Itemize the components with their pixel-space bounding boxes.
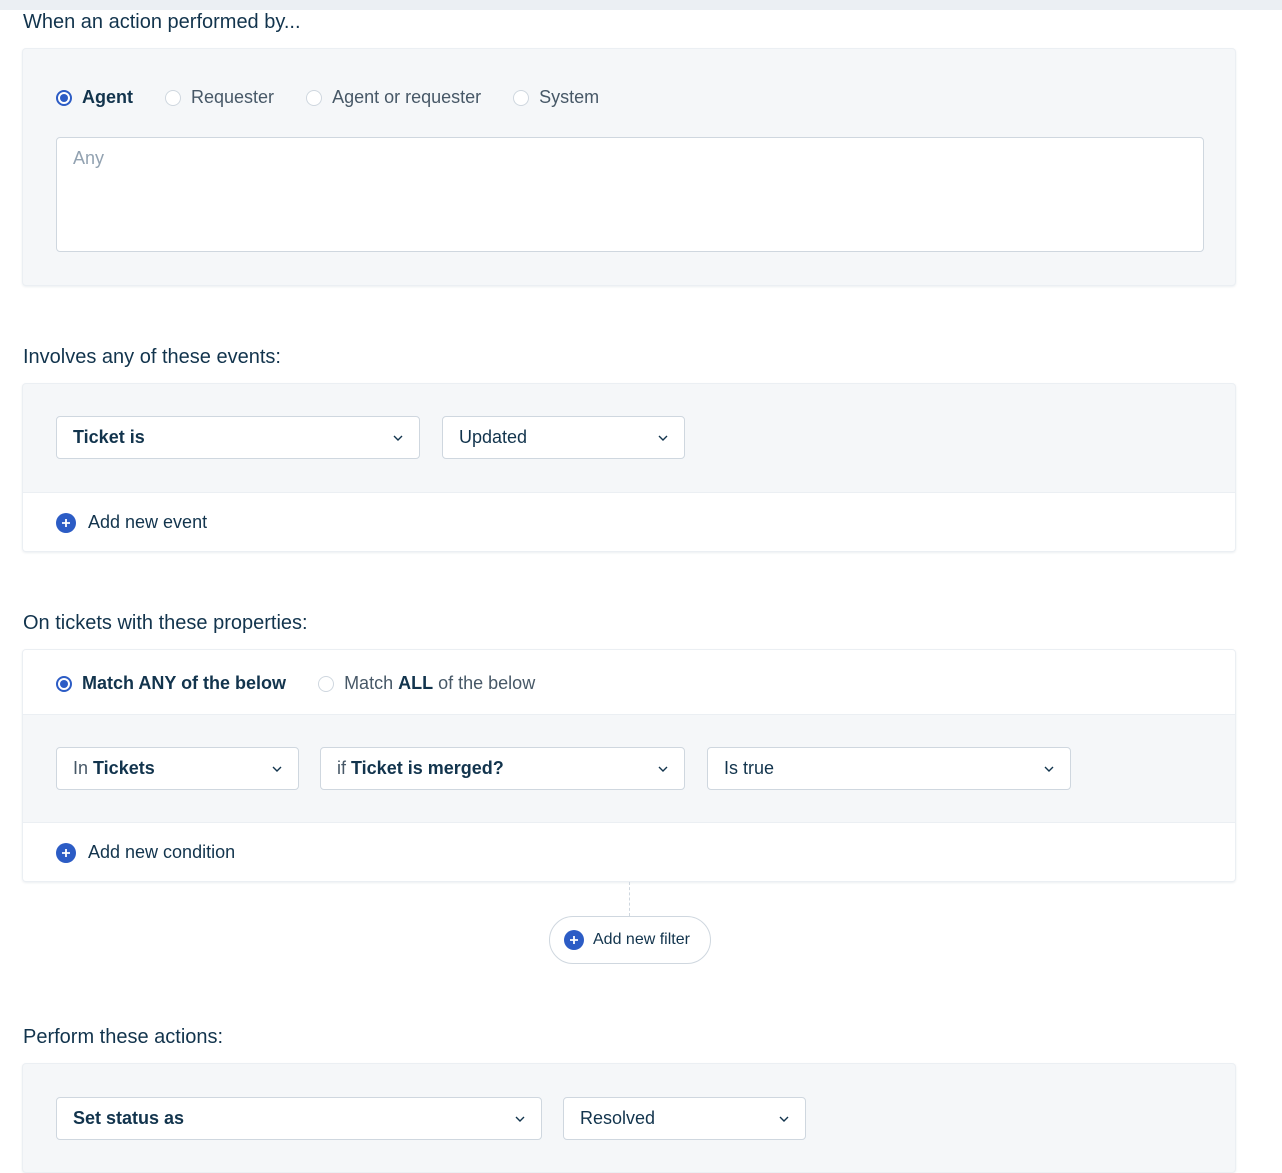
condition-field-select[interactable]: if Ticket is merged? xyxy=(320,747,685,790)
radio-agent-circle[interactable] xyxy=(56,89,72,106)
events-card: Ticket is Updated Add new event xyxy=(22,383,1236,552)
conditions-add-band: Add new condition xyxy=(23,822,1235,881)
add-event-button[interactable]: Add new event xyxy=(56,512,207,533)
events-add-band: Add new event xyxy=(23,492,1235,551)
radio-agent-or-requester[interactable]: Agent or requester xyxy=(306,87,481,108)
chevron-down-icon xyxy=(272,766,282,772)
radio-match-any-circle[interactable] xyxy=(56,675,72,692)
chevron-down-icon xyxy=(658,766,668,772)
radio-match-all[interactable]: Match ALL of the below xyxy=(318,673,535,694)
event-field-select[interactable]: Ticket is xyxy=(56,416,420,459)
properties-card: Match ANY of the below Match ALL of the … xyxy=(22,649,1236,882)
properties-title: On tickets with these properties: xyxy=(23,612,308,634)
action-value: Resolved xyxy=(580,1108,656,1128)
condition-value: Is true xyxy=(724,758,775,778)
plus-icon xyxy=(564,930,584,950)
plus-icon xyxy=(56,842,76,863)
actions-card: Set status as Resolved xyxy=(22,1063,1236,1173)
action-field-value: Set status as xyxy=(73,1108,185,1128)
radio-match-any[interactable]: Match ANY of the below xyxy=(56,673,286,694)
performer-input[interactable]: Any xyxy=(56,137,1204,252)
performer-radio-group: Agent Requester Agent or requester Syste… xyxy=(56,87,631,108)
add-filter-label: Add new filter xyxy=(593,931,690,948)
chevron-down-icon xyxy=(658,435,668,441)
chevron-down-icon xyxy=(779,1116,789,1122)
chevron-down-icon xyxy=(515,1116,525,1122)
match-band: Match ANY of the below Match ALL of the … xyxy=(23,650,1235,715)
condition-scope-value: In Tickets xyxy=(73,758,155,778)
radio-system[interactable]: System xyxy=(513,87,599,108)
event-value: Updated xyxy=(459,427,528,447)
radio-match-any-label: Match ANY of the below xyxy=(82,673,287,693)
radio-agent-or-requester-circle[interactable] xyxy=(306,89,323,106)
filter-connector xyxy=(629,882,630,916)
add-filter-button[interactable]: Add new filter xyxy=(549,916,711,964)
top-bar xyxy=(0,0,1282,10)
radio-requester[interactable]: Requester xyxy=(165,87,274,108)
plus-icon xyxy=(56,512,76,533)
action-field-select[interactable]: Set status as xyxy=(56,1097,542,1140)
condition-value-select[interactable]: Is true xyxy=(707,747,1071,790)
radio-system-label: System xyxy=(539,87,600,107)
radio-match-all-label: Match ALL of the below xyxy=(344,673,536,693)
add-condition-label: Add new condition xyxy=(88,842,236,862)
actions-title: Perform these actions: xyxy=(23,1026,224,1048)
radio-agent[interactable]: Agent xyxy=(56,87,133,108)
action-value-select[interactable]: Resolved xyxy=(563,1097,806,1140)
radio-agent-label: Agent xyxy=(82,87,133,107)
condition-field-value: if Ticket is merged? xyxy=(337,758,504,778)
radio-requester-label: Requester xyxy=(191,87,275,107)
radio-match-all-circle[interactable] xyxy=(318,675,335,692)
chevron-down-icon xyxy=(393,435,403,441)
condition-scope-select[interactable]: In Tickets xyxy=(56,747,299,790)
performed-by-card: Agent Requester Agent or requester Syste… xyxy=(22,48,1236,286)
chevron-down-icon xyxy=(1044,766,1054,772)
match-radio-group: Match ANY of the below Match ALL of the … xyxy=(56,673,567,694)
add-event-label: Add new event xyxy=(88,512,208,532)
event-value-select[interactable]: Updated xyxy=(442,416,685,459)
radio-agent-or-requester-label: Agent or requester xyxy=(332,87,482,107)
event-field-value: Ticket is xyxy=(73,427,145,447)
add-condition-button[interactable]: Add new condition xyxy=(56,842,235,863)
radio-system-circle[interactable] xyxy=(513,89,530,106)
radio-requester-circle[interactable] xyxy=(165,89,181,106)
performed-by-title: When an action performed by... xyxy=(23,11,301,33)
events-title: Involves any of these events: xyxy=(23,346,281,368)
